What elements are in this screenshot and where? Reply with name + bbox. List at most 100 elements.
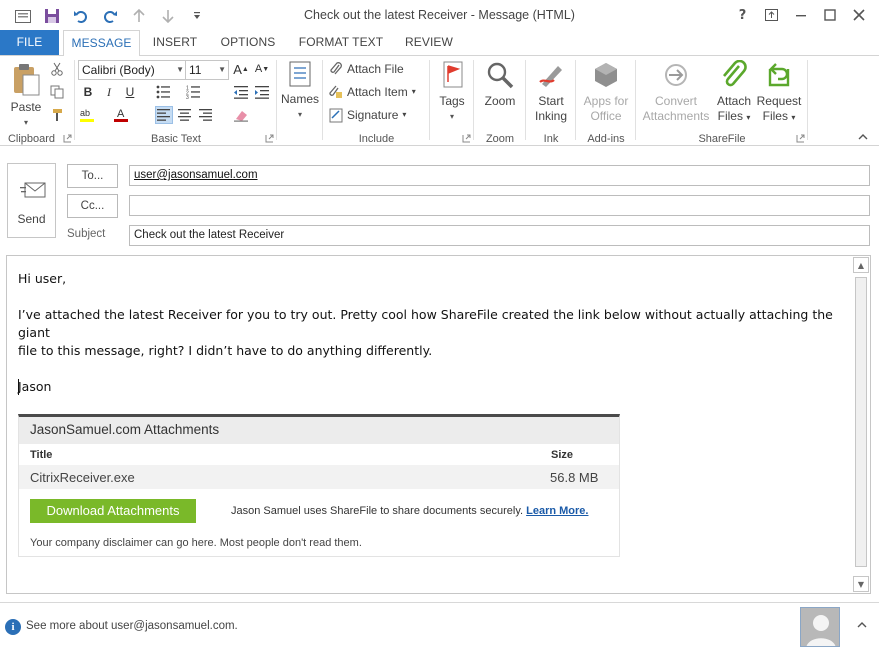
grow-font-button[interactable]: A ▲ <box>232 60 250 78</box>
paste-icon <box>14 64 40 96</box>
clipboard-label: Clipboard <box>7 133 56 145</box>
minimize-icon[interactable] <box>786 4 815 26</box>
paste-button[interactable]: Paste ▾ <box>6 62 46 130</box>
table-row: CitrixReceiver.exe 56.8 MB <box>19 465 619 489</box>
convert-label-1: Convert <box>654 94 698 108</box>
close-icon[interactable] <box>844 4 873 26</box>
cc-button[interactable]: Cc... <box>67 194 118 218</box>
signoff: Jason <box>18 379 52 394</box>
tags-button[interactable]: Tags ▾ <box>433 60 471 124</box>
message-body[interactable]: Hi user, I’ve attached the latest Receiv… <box>6 255 871 594</box>
ink-group: Start Inking Ink <box>526 56 576 146</box>
svg-text:A: A <box>117 108 125 120</box>
file-name: CitrixReceiver.exe <box>30 470 135 485</box>
names-group: Names ▾ <box>277 56 323 146</box>
body-text[interactable]: Hi user, I’ve attached the latest Receiv… <box>18 270 848 396</box>
attachment-card-title: JasonSamuel.com Attachments <box>19 417 619 444</box>
vertical-scrollbar[interactable]: ▲ ▼ <box>853 257 869 592</box>
format-painter-icon[interactable] <box>48 106 66 124</box>
align-center-icon[interactable] <box>176 106 194 124</box>
shrink-font-button[interactable]: A ▼ <box>253 60 271 78</box>
start-inking-label-2: Inking <box>534 109 568 123</box>
attach-files-button[interactable]: Attach Files ▾ <box>714 59 754 125</box>
decrease-indent-icon[interactable] <box>232 83 250 101</box>
underline-button[interactable]: U <box>121 83 139 101</box>
svg-text:3: 3 <box>186 95 189 99</box>
highlight-color-icon[interactable]: ab <box>79 106 97 124</box>
attach-file-button[interactable]: Attach File <box>329 59 404 79</box>
dialog-launcher-icon[interactable] <box>63 134 72 143</box>
tab-format-text[interactable]: FORMAT TEXT <box>292 30 390 55</box>
download-attachments-button[interactable]: Download Attachments <box>30 499 196 523</box>
copy-icon[interactable] <box>48 83 66 101</box>
zoom-button[interactable]: Zoom <box>478 60 522 109</box>
tab-insert[interactable]: INSERT <box>146 30 204 55</box>
maximize-icon[interactable] <box>815 4 844 26</box>
font-size-select[interactable]: 11 ▼ <box>185 60 229 80</box>
bold-button[interactable]: B <box>79 83 97 101</box>
recipient-to[interactable]: user@jasonsamuel.com <box>134 169 258 181</box>
scroll-down-icon[interactable]: ▼ <box>853 576 869 592</box>
learn-more-link[interactable]: Learn More. <box>526 505 588 517</box>
italic-button[interactable]: I <box>100 83 118 101</box>
clear-formatting-icon[interactable] <box>232 106 250 124</box>
dialog-launcher-icon[interactable] <box>265 134 274 143</box>
convert-attachments-button[interactable]: Convert Attachments <box>638 60 714 124</box>
people-pane: i See more about user@jasonsamuel.com. <box>0 602 879 650</box>
increase-indent-icon[interactable] <box>253 83 271 101</box>
ribbon: Paste ▾ Clipboard Calibri (Body) ▼ 11 ▼ A ▲… <box>0 55 879 146</box>
person-silhouette-icon <box>806 615 836 646</box>
to-field[interactable]: user@jasonsamuel.com <box>129 165 870 186</box>
avatar[interactable] <box>800 607 840 647</box>
dialog-launcher-icon[interactable] <box>796 134 805 143</box>
expand-people-pane-icon[interactable] <box>857 621 867 631</box>
attachment-column-headers: Title Size <box>19 445 619 465</box>
include-label: Include <box>358 133 395 145</box>
font-name-select[interactable]: Calibri (Body) ▼ <box>78 60 187 80</box>
sharefile-attachment-card: JasonSamuel.com Attachments Title Size C… <box>18 414 620 557</box>
apps-for-office-button[interactable]: Apps for Office <box>579 60 633 124</box>
tags-label: Tags <box>439 94 465 108</box>
chevron-down-icon: ▼ <box>218 65 226 74</box>
ribbon-display-options-icon[interactable] <box>757 4 786 26</box>
dialog-launcher-icon[interactable] <box>462 134 471 143</box>
to-button[interactable]: To... <box>67 164 118 188</box>
bullets-icon[interactable] <box>155 83 173 101</box>
start-inking-button[interactable]: Start Inking <box>529 60 573 124</box>
tab-file[interactable]: FILE <box>0 30 59 55</box>
scroll-thumb[interactable] <box>855 277 867 567</box>
apps-label-1: Apps for <box>583 94 629 108</box>
scroll-up-icon[interactable]: ▲ <box>853 257 869 273</box>
magnifier-icon <box>487 62 514 89</box>
subject-field[interactable]: Check out the latest Receiver <box>129 225 870 246</box>
align-right-icon[interactable] <box>197 106 215 124</box>
tab-options[interactable]: OPTIONS <box>212 30 284 55</box>
numbering-icon[interactable]: 123 <box>185 83 203 101</box>
font-color-icon[interactable]: A <box>113 106 131 124</box>
see-more-link[interactable]: See more about user@jasonsamuel.com. <box>26 620 238 632</box>
cc-field[interactable] <box>129 195 870 216</box>
names-button[interactable]: Names ▾ <box>280 60 320 122</box>
paste-label: Paste <box>10 100 42 114</box>
ribbon-tabs: FILE MESSAGE INSERT OPTIONS FORMAT TEXT … <box>0 30 879 56</box>
address-book-icon <box>289 61 311 87</box>
window-controls: ? <box>728 4 873 26</box>
basic-text-label: Basic Text <box>151 133 201 145</box>
cut-icon[interactable] <box>48 60 66 78</box>
info-icon: i <box>5 619 21 635</box>
signature-button[interactable]: Signature ▾ <box>329 105 406 125</box>
send-button[interactable]: Send <box>7 163 56 238</box>
tab-message[interactable]: MESSAGE <box>63 30 140 56</box>
zoom-group: Zoom Zoom <box>474 56 526 146</box>
attach-item-button[interactable]: Attach Item ▾ <box>329 82 416 102</box>
company-disclaimer: Your company disclaimer can go here. Mos… <box>30 537 362 549</box>
collapse-ribbon-icon[interactable] <box>858 132 868 143</box>
align-left-icon[interactable] <box>155 106 173 124</box>
request-files-button[interactable]: Request Files ▾ <box>754 60 804 125</box>
tab-review[interactable]: REVIEW <box>398 30 460 55</box>
green-paperclip-icon <box>723 59 747 87</box>
flag-icon <box>443 61 463 88</box>
help-button[interactable]: ? <box>728 4 757 26</box>
convert-icon <box>665 64 687 86</box>
column-size: Size <box>551 449 574 461</box>
